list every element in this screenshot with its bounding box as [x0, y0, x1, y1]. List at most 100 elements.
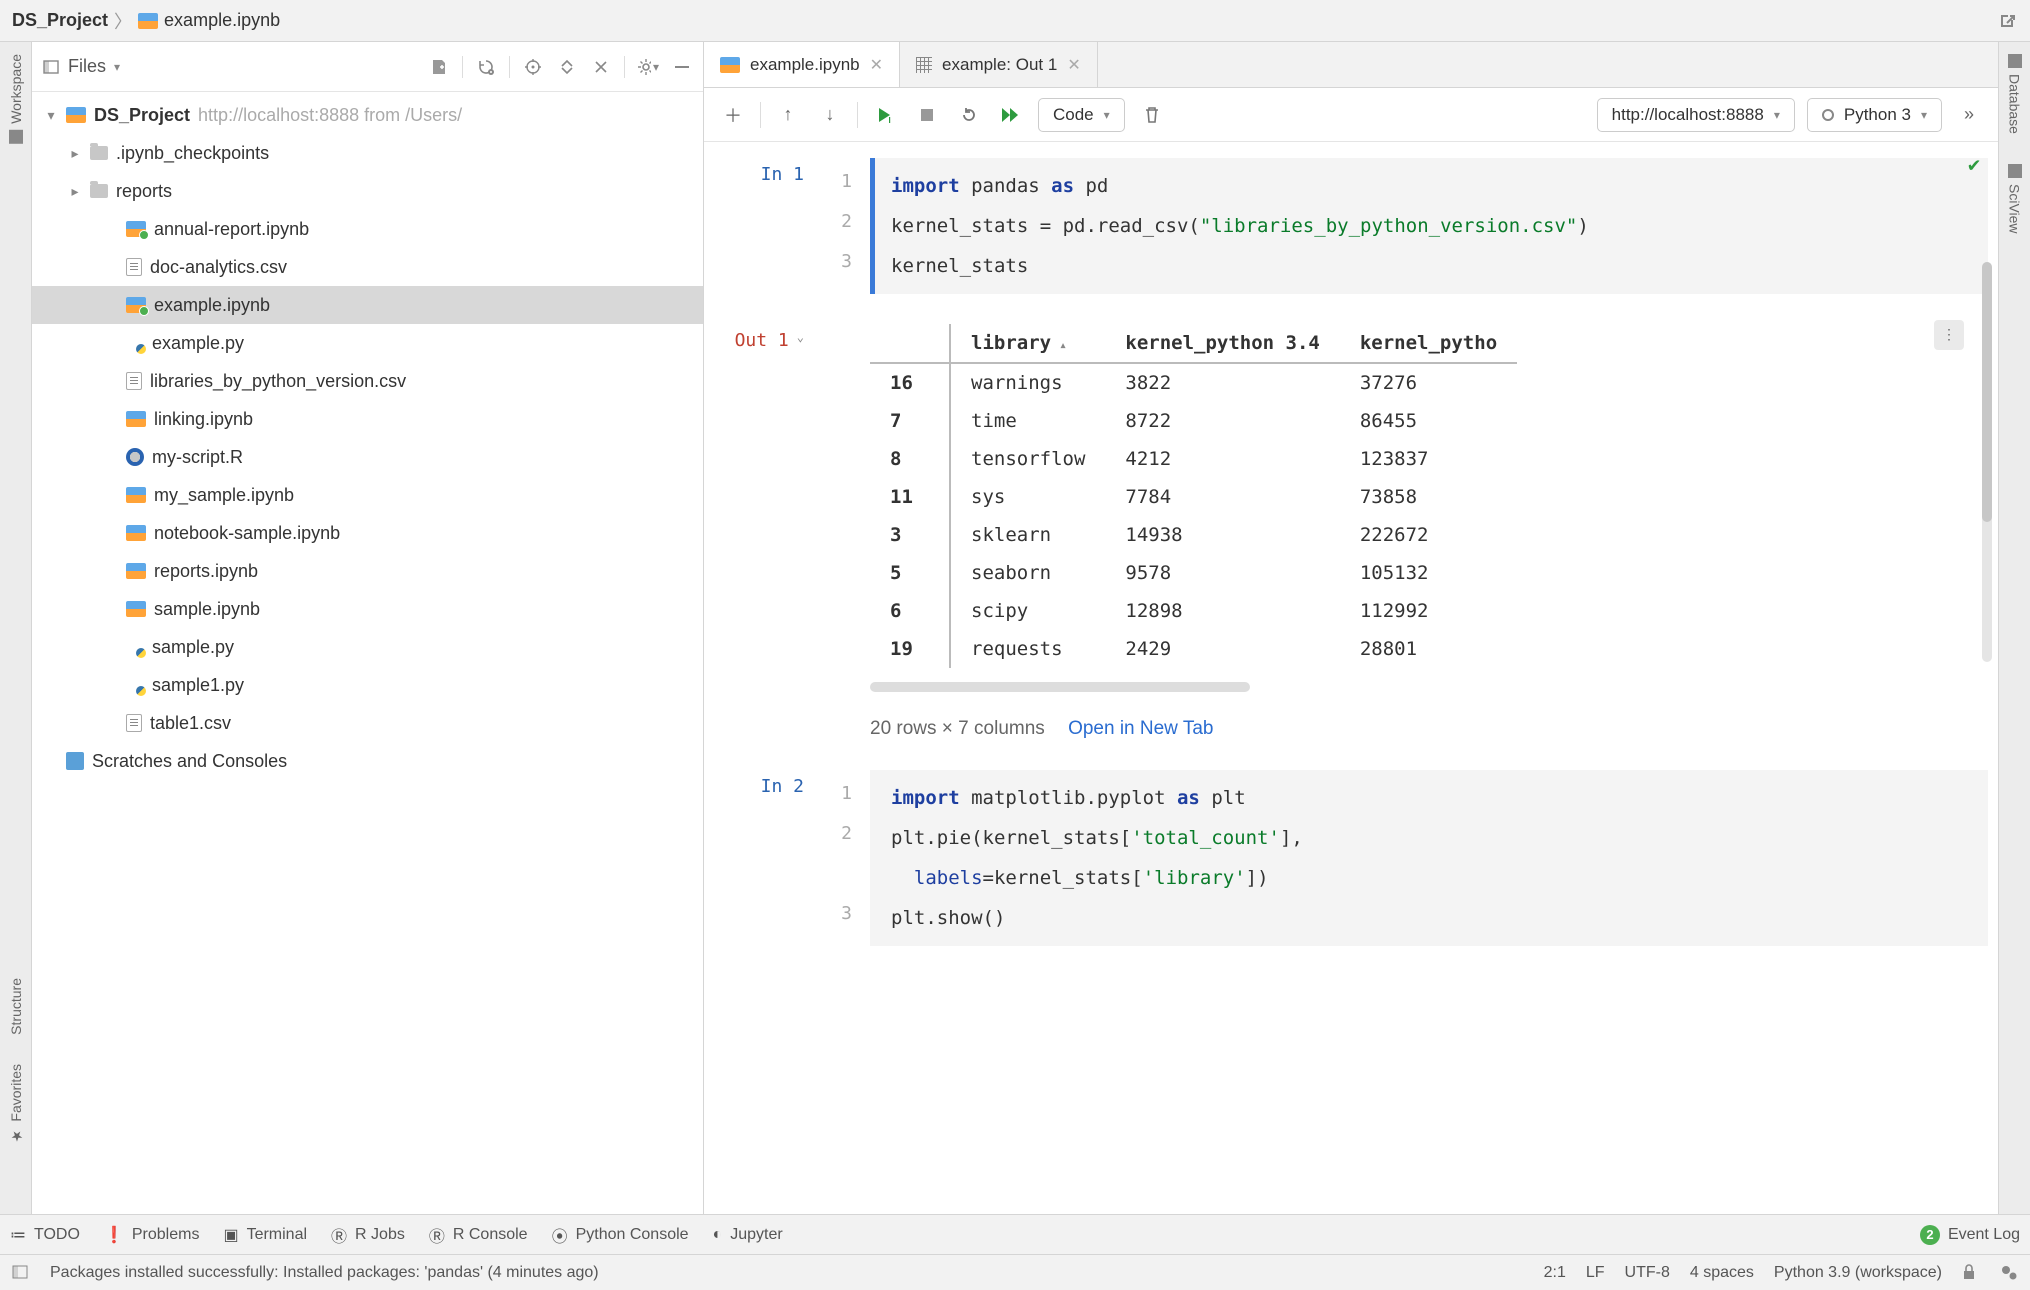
- line-numbers: 123: [822, 770, 852, 946]
- restart-button[interactable]: [954, 100, 984, 130]
- tab-example-ipynb[interactable]: example.ipynb ✕: [704, 42, 900, 87]
- tree-file[interactable]: table1.csv: [32, 704, 703, 742]
- right-tool-stripe: Database SciView: [1998, 42, 2030, 1214]
- notebook-body[interactable]: ✔ In 1 123 import pandas as pd kernel_st…: [704, 142, 1998, 1214]
- status-eol[interactable]: LF: [1586, 1264, 1605, 1282]
- cell-in-1[interactable]: In 1 123 import pandas as pd kernel_stat…: [724, 158, 1988, 294]
- collapse-all-icon[interactable]: [590, 56, 612, 78]
- new-file-icon[interactable]: [428, 56, 450, 78]
- collapse-output-icon[interactable]: ⌄: [797, 330, 804, 344]
- hide-sidebar-icon[interactable]: [671, 56, 693, 78]
- tool-workspace[interactable]: Workspace: [8, 54, 24, 144]
- status-position[interactable]: 2:1: [1544, 1264, 1566, 1282]
- close-tab-icon[interactable]: ✕: [870, 55, 883, 75]
- settings-icon[interactable]: ▾: [637, 56, 659, 78]
- kernel-dropdown[interactable]: Python 3▾: [1807, 98, 1942, 132]
- tree-folder[interactable]: ▸reports: [32, 172, 703, 210]
- table-header[interactable]: kernel_pytho: [1340, 324, 1517, 363]
- tool-favorites[interactable]: ★Favorites: [8, 1064, 24, 1144]
- tree-file[interactable]: sample.py: [32, 628, 703, 666]
- tree-file-label: my_sample.ipynb: [154, 485, 294, 506]
- tree-file[interactable]: linking.ipynb: [32, 400, 703, 438]
- tool-database[interactable]: Database: [2007, 54, 2023, 134]
- refresh-icon[interactable]: [475, 56, 497, 78]
- add-cell-button[interactable]: ＋: [718, 100, 748, 130]
- target-icon[interactable]: [522, 56, 544, 78]
- open-in-icon[interactable]: [1996, 10, 2018, 32]
- tree-file[interactable]: example.ipynb: [32, 286, 703, 324]
- output-more-button[interactable]: ⋮: [1934, 320, 1964, 350]
- lock-icon[interactable]: [1962, 1264, 1980, 1282]
- table-row[interactable]: 8tensorflow4212123837: [870, 440, 1517, 478]
- project-tree[interactable]: ▾ DS_Project http://localhost:8888 from …: [32, 92, 703, 1214]
- table-row[interactable]: 19requests242928801: [870, 630, 1517, 668]
- cell-prompt[interactable]: Out 1⌄: [724, 324, 804, 740]
- files-dropdown-label: Files: [68, 56, 106, 77]
- table-row[interactable]: 16warnings382237276: [870, 363, 1517, 402]
- table-row[interactable]: 6scipy12898112992: [870, 592, 1517, 630]
- tool-structure[interactable]: Structure: [8, 978, 24, 1035]
- tool-rconsole[interactable]: Ⓡ R Console: [429, 1223, 528, 1247]
- table-row[interactable]: 3sklearn14938222672: [870, 516, 1517, 554]
- expand-all-icon[interactable]: [556, 56, 578, 78]
- stop-button[interactable]: [912, 100, 942, 130]
- cell-in-2[interactable]: In 2 123 import matplotlib.pyplot as plt…: [724, 770, 1988, 946]
- notebook-toolbar: ＋ ↑ ↓ Code▾ http://localhost:8888▾ Pytho…: [704, 88, 1998, 142]
- status-interpreter[interactable]: Python 3.9 (workspace): [1774, 1264, 1942, 1282]
- table-row[interactable]: 11sys778473858: [870, 478, 1517, 516]
- ipynb-icon: [126, 487, 146, 503]
- tree-file[interactable]: sample1.py: [32, 666, 703, 704]
- server-dropdown[interactable]: http://localhost:8888▾: [1597, 98, 1795, 132]
- breadcrumb-project[interactable]: DS_Project: [12, 10, 108, 31]
- delete-cell-button[interactable]: [1137, 100, 1167, 130]
- table-header[interactable]: kernel_python 3.4: [1105, 324, 1339, 363]
- table-header[interactable]: library▴: [950, 324, 1105, 363]
- status-window-icon[interactable]: [12, 1264, 30, 1282]
- tree-root[interactable]: ▾ DS_Project http://localhost:8888 from …: [32, 96, 703, 134]
- code-block[interactable]: import pandas as pd kernel_stats = pd.re…: [870, 158, 1988, 294]
- move-up-button[interactable]: ↑: [773, 100, 803, 130]
- tree-folder[interactable]: ▸.ipynb_checkpoints: [32, 134, 703, 172]
- status-encoding[interactable]: UTF-8: [1625, 1264, 1670, 1282]
- tree-file[interactable]: doc-analytics.csv: [32, 248, 703, 286]
- table-row[interactable]: 7time872286455: [870, 402, 1517, 440]
- left-tool-stripe: Workspace Structure ★Favorites: [0, 42, 32, 1214]
- tree-file[interactable]: annual-report.ipynb: [32, 210, 703, 248]
- tree-file[interactable]: my_sample.ipynb: [32, 476, 703, 514]
- tree-file[interactable]: reports.ipynb: [32, 552, 703, 590]
- tool-jupyter[interactable]: ◐ Jupyter: [713, 1226, 783, 1244]
- cell-type-dropdown[interactable]: Code▾: [1038, 98, 1125, 132]
- output-table[interactable]: library▴kernel_python 3.4kernel_pytho 16…: [870, 324, 1517, 668]
- move-down-button[interactable]: ↓: [815, 100, 845, 130]
- more-toolbar-icon[interactable]: »: [1954, 100, 1984, 130]
- close-tab-icon[interactable]: ✕: [1067, 55, 1080, 75]
- code-block[interactable]: import matplotlib.pyplot as plt plt.pie(…: [870, 770, 1988, 946]
- tool-rjobs[interactable]: Ⓡ R Jobs: [331, 1223, 405, 1247]
- tree-file[interactable]: my-script.R: [32, 438, 703, 476]
- event-log[interactable]: 2Event Log: [1920, 1225, 2020, 1245]
- csv-icon: [126, 372, 142, 390]
- tool-sciview[interactable]: SciView: [2007, 164, 2023, 234]
- breadcrumb-file[interactable]: example.ipynb: [138, 10, 280, 31]
- run-all-button[interactable]: [996, 100, 1026, 130]
- tool-problems[interactable]: ❗ Problems: [104, 1225, 200, 1245]
- tree-scratches[interactable]: Scratches and Consoles: [32, 742, 703, 780]
- tab-example-out1[interactable]: example: Out 1 ✕: [900, 42, 1098, 87]
- files-dropdown[interactable]: Files ▾: [42, 56, 120, 77]
- cell-out-1: Out 1⌄ ⋮ library▴kernel_python 3.4kernel…: [724, 324, 1988, 740]
- open-in-new-tab-link[interactable]: Open in New Tab: [1068, 718, 1213, 739]
- tool-terminal[interactable]: ▣ Terminal: [223, 1225, 307, 1245]
- tree-file[interactable]: libraries_by_python_version.csv: [32, 362, 703, 400]
- tool-todo[interactable]: ≔ TODO: [10, 1225, 80, 1245]
- ide-settings-icon[interactable]: [2000, 1264, 2018, 1282]
- tree-file[interactable]: sample.ipynb: [32, 590, 703, 628]
- tool-python-console[interactable]: ⦿ Python Console: [552, 1223, 689, 1247]
- tree-file[interactable]: example.py: [32, 324, 703, 362]
- run-cell-button[interactable]: [870, 100, 900, 130]
- status-indent[interactable]: 4 spaces: [1690, 1264, 1754, 1282]
- horizontal-scrollbar[interactable]: [870, 682, 1250, 692]
- event-log-badge: 2: [1920, 1225, 1940, 1245]
- table-row[interactable]: 5seaborn9578105132: [870, 554, 1517, 592]
- tree-file-label: annual-report.ipynb: [154, 219, 309, 240]
- tree-file[interactable]: notebook-sample.ipynb: [32, 514, 703, 552]
